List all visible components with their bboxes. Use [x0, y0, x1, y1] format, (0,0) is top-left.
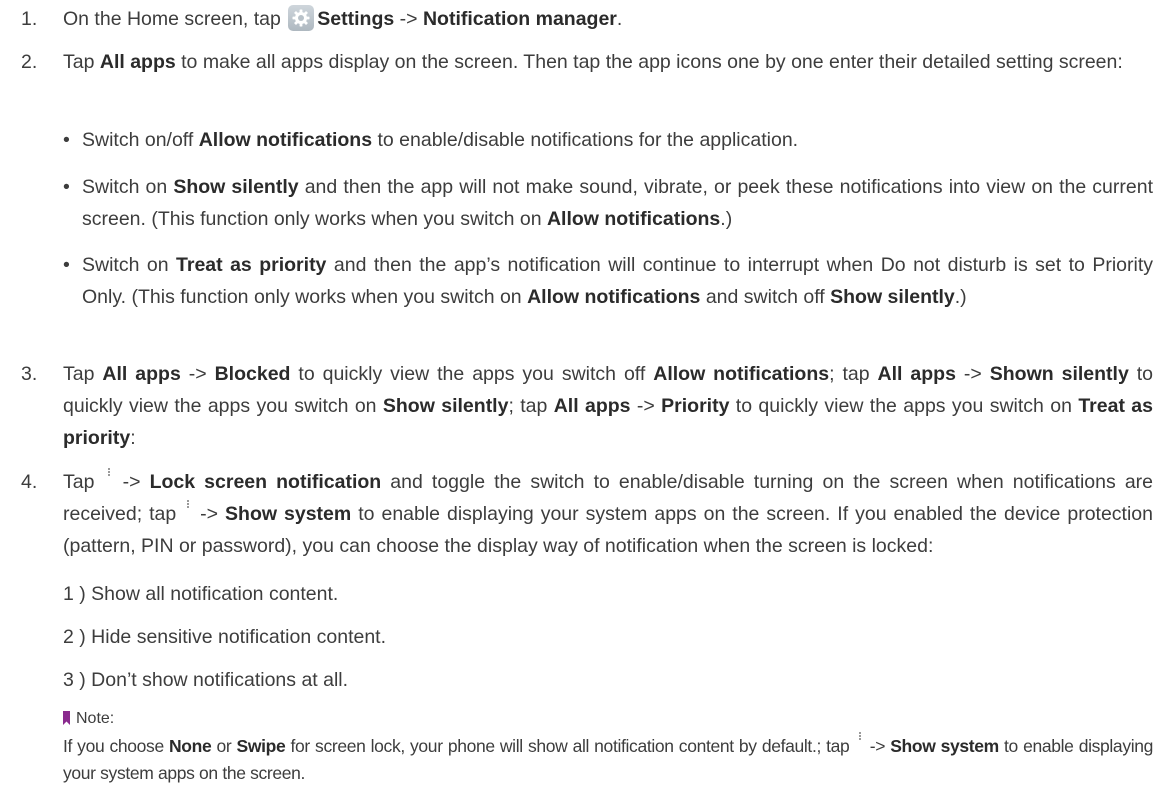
- bookmark-icon: [63, 711, 70, 725]
- step-text: Tap -> Lock screen notification and togg…: [63, 466, 1153, 562]
- more-vert-icon: [855, 732, 865, 742]
- bullet-icon: •: [63, 129, 70, 151]
- bullet-icon: •: [63, 254, 70, 276]
- step-number: 2.: [21, 51, 38, 73]
- option-dont-show: 3 ) Don’t show notifications at all.: [63, 669, 349, 691]
- step-text: On the Home screen, tap Settings -> Noti…: [63, 3, 1153, 35]
- bullet-icon: •: [63, 176, 70, 198]
- step-text: Tap All apps -> Blocked to quickly view …: [63, 363, 1154, 449]
- step-number: 3.: [21, 363, 38, 385]
- option-hide-sensitive: 2 ) Hide sensitive notification content.: [63, 626, 387, 648]
- note-heading: Note:: [63, 708, 114, 730]
- note-text: If you choose None or Swipe for screen l…: [63, 732, 1153, 787]
- more-vert-icon: [104, 468, 114, 478]
- step-number: 1.: [21, 8, 38, 30]
- gear-icon: [288, 5, 315, 31]
- step-text: Tap All apps to make all apps display on…: [63, 51, 1123, 73]
- option-show-all: 1 ) Show all notification content.: [63, 583, 339, 605]
- step-number: 4.: [21, 471, 38, 493]
- more-vert-icon: [183, 500, 193, 510]
